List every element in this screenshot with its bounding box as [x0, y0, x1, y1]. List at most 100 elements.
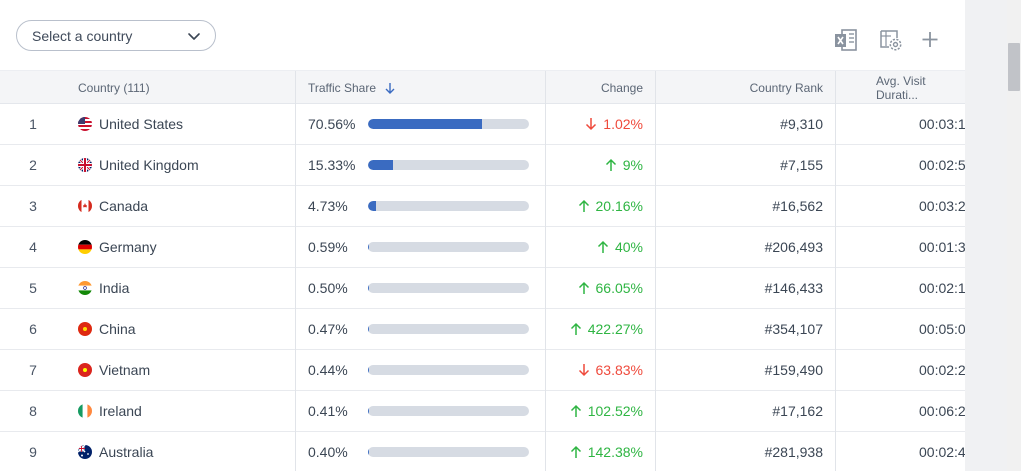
flag-icon [78, 199, 92, 213]
table-row[interactable]: 5 India 0.50% 66.05% #146,433 00:02:1 [0, 268, 965, 309]
traffic-share-bar [368, 324, 529, 334]
flag-icon [78, 404, 92, 418]
row-index: 1 [29, 116, 37, 132]
traffic-share-value: 0.41% [308, 403, 348, 419]
traffic-share-bar [368, 406, 529, 416]
table-row[interactable]: 8 Ireland 0.41% 102.52% #17,162 00:06:2 [0, 391, 965, 432]
country-name: United States [99, 116, 184, 132]
scrollbar-area [965, 0, 1021, 471]
flag-icon [78, 240, 92, 254]
country-cell[interactable]: Vietnam [78, 350, 150, 390]
flag-icon [78, 281, 92, 295]
change-value: 142.38% [570, 432, 643, 471]
traffic-share-value: 0.40% [308, 444, 348, 460]
country-cell[interactable]: Ireland [78, 391, 142, 431]
country-cell[interactable]: United Kingdom [78, 145, 199, 185]
avg-visit-duration-value: 00:01:3 [919, 239, 965, 255]
add-icon[interactable] [917, 27, 943, 53]
column-divider [295, 104, 296, 471]
row-index: 5 [29, 280, 37, 296]
traffic-share-bar [368, 283, 529, 293]
country-cell[interactable]: Canada [78, 186, 148, 226]
traffic-share-bar-fill [368, 324, 369, 334]
table-row[interactable]: 4 Germany 0.59% 40% #206,493 00:01:3 [0, 227, 965, 268]
row-index: 7 [29, 362, 37, 378]
table-row[interactable]: 3 Canada 4.73% 20.16% #16,562 00:03:2 [0, 186, 965, 227]
row-index: 8 [29, 403, 37, 419]
country-name: India [99, 280, 130, 296]
column-header-traffic-share[interactable]: Traffic Share [308, 71, 397, 104]
traffic-share-bar [368, 365, 529, 375]
sort-down-icon [385, 82, 395, 94]
excel-icon[interactable] [833, 27, 859, 53]
country-rank-value: #354,107 [764, 321, 823, 337]
arrow-up-icon [578, 199, 589, 212]
country-rank-value: #159,490 [764, 362, 823, 378]
arrow-up-icon [578, 281, 589, 294]
country-rank-value: #9,310 [780, 116, 823, 132]
column-divider [545, 71, 546, 104]
row-index: 6 [29, 321, 37, 337]
country-rank-value: #16,562 [772, 198, 823, 214]
column-header-avg-visit-duration[interactable]: Avg. Visit Durati... [876, 71, 965, 104]
country-cell[interactable]: India [78, 268, 129, 308]
avg-visit-duration-value: 00:02:4 [919, 444, 965, 460]
country-name: Ireland [99, 403, 142, 419]
change-value: 102.52% [570, 391, 643, 431]
column-divider [545, 104, 546, 471]
table-row[interactable]: 1 United States 70.56% 1.02% #9,310 00:0… [0, 104, 965, 145]
traffic-share-value: 4.73% [308, 198, 348, 214]
country-cell[interactable]: Germany [78, 227, 157, 267]
flag-icon [78, 445, 92, 459]
column-header-country-rank[interactable]: Country Rank [750, 71, 823, 104]
column-divider [655, 104, 656, 471]
traffic-share-value: 0.47% [308, 321, 348, 337]
traffic-share-bar-fill [368, 365, 369, 375]
country-rank-value: #146,433 [764, 280, 823, 296]
traffic-share-bar [368, 201, 529, 211]
column-divider [655, 71, 656, 104]
avg-visit-duration-value: 00:03:1 [919, 116, 965, 132]
table-row[interactable]: 7 Vietnam 0.44% 63.83% #159,490 00:02:2 [0, 350, 965, 391]
column-divider [835, 104, 836, 471]
country-rank-value: #7,155 [780, 157, 823, 173]
traffic-share-bar-fill [368, 447, 369, 457]
table-row[interactable]: 2 United Kingdom 15.33% 9% #7,155 00:02:… [0, 145, 965, 186]
country-cell[interactable]: Australia [78, 432, 153, 471]
country-select-label: Select a country [32, 27, 133, 44]
row-index: 2 [29, 157, 37, 173]
column-header-change[interactable]: Change [601, 71, 643, 104]
change-value: 1.02% [585, 104, 643, 144]
country-name: China [99, 321, 136, 337]
country-cell[interactable]: United States [78, 104, 183, 144]
traffic-share-bar [368, 160, 529, 170]
table-row[interactable]: 6 China 0.47% 422.27% #354,107 00:05:0 [0, 309, 965, 350]
flag-icon [78, 363, 92, 377]
column-header-country[interactable]: Country (111) [78, 71, 150, 104]
country-select[interactable]: Select a country [16, 20, 216, 51]
country-rank-value: #17,162 [772, 403, 823, 419]
table-settings-icon[interactable] [878, 27, 904, 53]
traffic-share-value: 0.50% [308, 280, 348, 296]
country-name: Vietnam [99, 362, 151, 378]
scrollbar-thumb[interactable] [1008, 43, 1020, 91]
traffic-share-value: 0.44% [308, 362, 348, 378]
traffic-share-value: 70.56% [308, 116, 356, 132]
table-row[interactable]: 9 Australia 0.40% 142.38% #281,938 00:02… [0, 432, 965, 471]
traffic-share-bar-fill [368, 201, 376, 211]
change-value: 422.27% [570, 309, 643, 349]
arrow-up-icon [597, 240, 608, 253]
column-divider [295, 71, 296, 104]
traffic-share-bar [368, 242, 529, 252]
avg-visit-duration-value: 00:02:5 [919, 157, 965, 173]
flag-icon [78, 158, 92, 172]
arrow-up-icon [570, 322, 581, 335]
arrow-down-icon [578, 364, 589, 377]
change-value: 66.05% [578, 268, 643, 308]
table-header: Country (111) Traffic Share Change Count… [0, 70, 965, 104]
avg-visit-duration-value: 00:05:0 [919, 321, 965, 337]
country-cell[interactable]: China [78, 309, 136, 349]
avg-visit-duration-value: 00:06:2 [919, 403, 965, 419]
country-name: Australia [99, 444, 154, 460]
country-rank-value: #206,493 [764, 239, 823, 255]
